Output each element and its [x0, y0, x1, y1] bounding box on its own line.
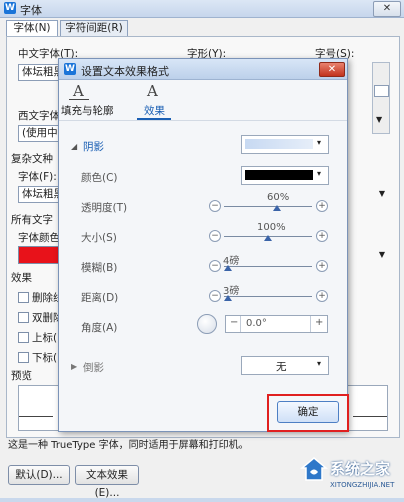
- reflection-section-label[interactable]: 倒影: [83, 360, 104, 375]
- shadow-section-label[interactable]: 阴影: [83, 139, 104, 154]
- transparency-minus-button[interactable]: −: [209, 200, 221, 212]
- watermark: 系统之家 XITONGZHIJIA.NET: [300, 454, 398, 494]
- tab-fill-outline[interactable]: 填充与轮廓: [61, 103, 114, 118]
- transparency-label: 透明度(T): [81, 202, 128, 214]
- tab-effects[interactable]: 效果: [144, 103, 165, 118]
- transparency-slider-thumb[interactable]: [272, 205, 281, 211]
- size-minus-button[interactable]: −: [209, 230, 221, 242]
- distance-plus-button[interactable]: +: [316, 290, 328, 302]
- shadow-preset-dropdown[interactable]: ▾: [241, 135, 329, 154]
- font-size-scrollbar[interactable]: ▼: [372, 62, 390, 134]
- stepper-divider: [240, 316, 241, 332]
- subscript-label: 下标(: [32, 352, 58, 364]
- close-icon[interactable]: ✕: [373, 1, 401, 17]
- reflection-dropdown[interactable]: 无 ▾: [241, 356, 329, 375]
- tab-character-spacing[interactable]: 字符间距(R): [60, 20, 128, 36]
- strikethrough-checkbox[interactable]: [18, 292, 29, 303]
- tab-font[interactable]: 字体(N): [6, 20, 58, 36]
- fill-outline-underline: [69, 99, 89, 100]
- preview-section: 预览: [11, 370, 32, 382]
- angle-increase-icon[interactable]: +: [315, 317, 323, 328]
- distance-value: 3磅: [223, 286, 240, 297]
- watermark-title: 系统之家: [330, 460, 391, 478]
- wps-logo-icon: W: [64, 63, 76, 75]
- size-label: 大小(S): [81, 232, 117, 244]
- distance-label: 距离(D): [81, 292, 119, 304]
- angle-dial[interactable]: [197, 314, 217, 334]
- text-effect-titlebar: W 设置文本效果格式 ✕: [59, 59, 347, 80]
- text-effect-title: 设置文本效果格式: [81, 65, 169, 78]
- shadow-color-dropdown[interactable]: ▾: [241, 166, 329, 185]
- all-text-section: 所有文字: [11, 214, 53, 226]
- blur-value: 4磅: [223, 256, 240, 267]
- preview-baseline-left: [19, 416, 53, 417]
- effects-icon[interactable]: A: [147, 82, 158, 100]
- shadow-color-swatch: [245, 170, 313, 180]
- blur-plus-button[interactable]: +: [316, 260, 328, 272]
- confirm-button[interactable]: 确定: [277, 401, 339, 423]
- text-effect-button[interactable]: 文本效果(E)...: [75, 465, 139, 499]
- close-icon[interactable]: ✕: [319, 62, 345, 77]
- size-plus-button[interactable]: +: [316, 230, 328, 242]
- watermark-url: XITONGZHIJIA.NET: [330, 481, 395, 489]
- transparency-plus-button[interactable]: +: [316, 200, 328, 212]
- fill-outline-icon[interactable]: A: [73, 82, 84, 100]
- superscript-label: 上标(: [32, 332, 58, 344]
- angle-value[interactable]: 0.0°: [246, 318, 267, 329]
- truetype-info-text: 这是一种 TrueType 字体，同时适用于屏幕和打印机。: [8, 440, 249, 451]
- superscript-checkbox[interactable]: [18, 332, 29, 343]
- reflection-value: 无: [276, 361, 287, 373]
- font-dialog-title: 字体: [20, 4, 42, 17]
- angle-stepper[interactable]: − 0.0° +: [225, 315, 328, 333]
- shadow-preset-preview: [245, 139, 313, 149]
- complex-font-label: 字体(F):: [18, 171, 57, 183]
- complex-script-section: 复杂文种: [11, 153, 53, 165]
- wps-logo-icon: W: [4, 2, 16, 14]
- scrollbar-thumb[interactable]: [374, 85, 389, 97]
- transparency-slider-track[interactable]: [224, 206, 312, 207]
- chevron-down-icon[interactable]: ▾: [317, 169, 321, 178]
- angle-label: 角度(A): [81, 322, 118, 334]
- double-strikethrough-checkbox[interactable]: [18, 312, 29, 323]
- distance-minus-button[interactable]: −: [209, 290, 221, 302]
- default-button[interactable]: 默认(D)...: [8, 465, 70, 485]
- scroll-down-icon[interactable]: ▼: [376, 115, 382, 124]
- text-effect-dialog: W 设置文本效果格式 ✕ A 填充与轮廓 A 效果 ◢ 阴影 ▾ 颜色(C) ▾…: [58, 58, 349, 432]
- shadow-color-label: 颜色(C): [81, 172, 118, 184]
- chevron-down-icon[interactable]: ▾: [317, 359, 321, 368]
- underline-color-dropdown-icon[interactable]: ▼: [376, 247, 388, 262]
- complex-size-dropdown-icon[interactable]: ▼: [376, 186, 388, 201]
- font-dialog-titlebar: W 字体 ✕: [0, 0, 404, 18]
- expand-reflection-icon[interactable]: ▶: [71, 362, 77, 371]
- transparency-value: 60%: [267, 192, 290, 203]
- preview-baseline-right: [353, 416, 387, 417]
- size-slider-thumb[interactable]: [264, 235, 272, 241]
- stepper-divider: [310, 316, 311, 332]
- house-logo-icon: [300, 457, 328, 481]
- angle-decrease-icon[interactable]: −: [230, 317, 238, 328]
- expand-shadow-icon[interactable]: ◢: [71, 142, 77, 151]
- blur-label: 模糊(B): [81, 262, 118, 274]
- effects-section: 效果: [11, 272, 32, 284]
- text-effect-body: A 填充与轮廓 A 效果 ◢ 阴影 ▾ 颜色(C) ▾ 透明度(T) − + 6…: [59, 80, 349, 432]
- size-value: 100%: [257, 222, 286, 233]
- blur-minus-button[interactable]: −: [209, 260, 221, 272]
- subscript-checkbox[interactable]: [18, 352, 29, 363]
- chevron-down-icon[interactable]: ▾: [317, 138, 321, 147]
- tab-divider: [59, 120, 347, 121]
